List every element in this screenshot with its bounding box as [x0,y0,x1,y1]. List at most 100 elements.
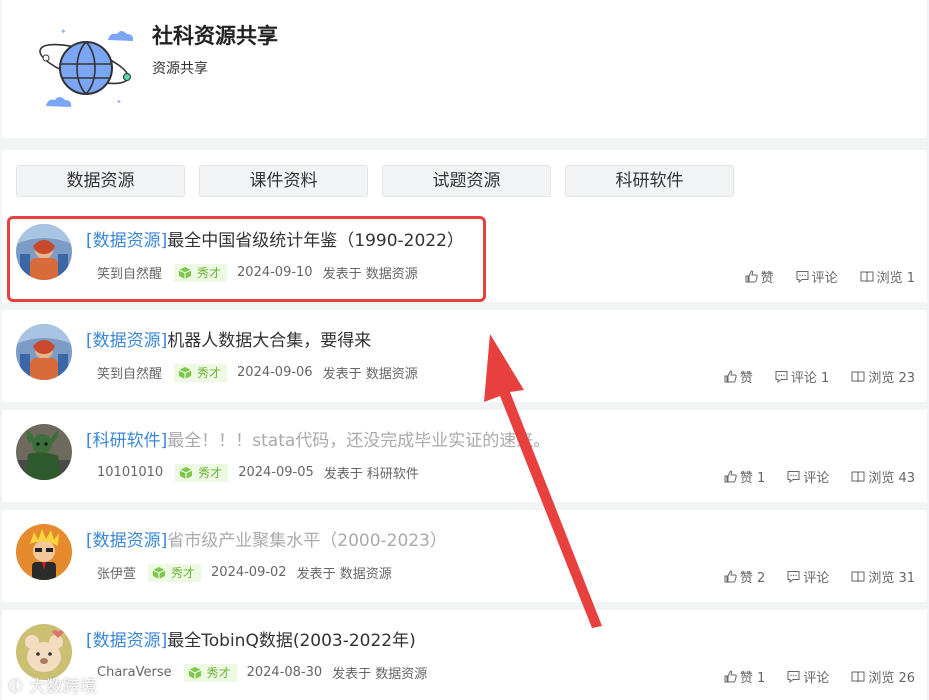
post-title[interactable]: [数据资源]省市级产业聚集水平（2000-2023） [86,526,447,551]
post-stats: 赞 2 评论 浏览 31 [724,567,915,586]
like-button[interactable]: 赞 [724,367,753,386]
like-button[interactable]: 赞 1 [724,467,765,486]
post-date: 2024-09-05 [238,465,314,480]
thumbs-up-icon [724,670,737,683]
post-title[interactable]: [数据资源]最全中国省级统计年鉴（1990-2022） [86,226,464,251]
post-title-text[interactable]: 机器人数据大合集，要得来 [167,331,371,351]
post-category[interactable]: [数据资源] [86,231,167,251]
view-label: 浏览 43 [868,471,915,486]
post-title-text[interactable]: 最全TobinQ数据(2003-2022年) [167,631,416,651]
post-date: 2024-09-10 [237,265,313,280]
view-count: 浏览 31 [851,567,915,586]
post-source[interactable]: 发表于 科研软件 [324,463,419,482]
view-label: 浏览 1 [876,271,915,286]
post-title-text[interactable]: 最全中国省级统计年鉴（1990-2022） [167,231,464,251]
comment-icon [787,571,800,583]
comment-button[interactable]: 评论 [787,467,829,486]
thumbs-up-icon [724,370,737,383]
rank-badge: 秀才 [174,363,228,382]
post-title-text[interactable]: 最全！！！stata代码，还没完成毕业实证的速来。 [167,431,550,451]
svg-text:✦: ✦ [60,27,67,36]
post-category[interactable]: [数据资源] [86,631,167,651]
like-label: 赞 [739,371,753,386]
comment-icon [787,671,800,683]
post-date: 2024-08-30 [246,665,323,680]
rank-badge-label: 秀才 [206,666,231,680]
post-meta: 笑到自然醒 秀才 2024-09-06 发表于 数据资源 [97,363,418,382]
avatar[interactable] [16,324,72,380]
post-author[interactable]: 张伊萱 [97,563,136,582]
post-author[interactable]: CharaVerse [97,665,172,680]
post-item[interactable]: [数据资源]最全中国省级统计年鉴（1990-2022） 笑到自然醒 秀才 202… [2,210,927,302]
comment-label: 评论 [803,471,830,486]
rank-badge: 秀才 [175,463,229,482]
post-source[interactable]: 发表于 数据资源 [323,363,418,382]
svg-text:✦: ✦ [116,98,122,106]
comment-button[interactable]: 评论 [787,667,829,686]
rank-badge: 秀才 [148,563,202,582]
comment-icon [787,471,800,483]
view-label: 浏览 23 [868,371,915,386]
like-button[interactable]: 赞 1 [724,667,765,686]
view-count: 浏览 1 [860,267,915,286]
post-author[interactable]: 笑到自然醒 [97,263,162,282]
watermark-logo-icon: ◐ [8,674,23,695]
post-item[interactable]: [数据资源]最全TobinQ数据(2003-2022年) CharaVerse … [2,610,927,700]
thumbs-up-icon [745,270,758,283]
post-meta: 张伊萱 秀才 2024-09-02 发表于 数据资源 [97,563,392,582]
watermark-text: 大数跨境 [28,677,97,697]
divider [2,502,927,510]
rank-badge: 秀才 [183,663,237,682]
tab-courseware[interactable]: 课件资料 [199,165,368,197]
divider [2,602,927,610]
post-category[interactable]: [数据资源] [86,331,167,351]
globe-logo-icon: ✦ ✦ [39,27,134,107]
comment-button[interactable]: 评论 [787,567,829,586]
comment-button[interactable]: 评论 1 [775,367,829,386]
avatar[interactable] [16,424,72,480]
view-label: 浏览 31 [868,571,915,586]
comment-button[interactable]: 评论 [796,267,838,286]
view-count: 浏览 23 [851,367,915,386]
view-count: 浏览 43 [851,467,915,486]
like-button[interactable]: 赞 [745,267,774,286]
post-category[interactable]: [科研软件] [86,431,167,451]
post-category[interactable]: [数据资源] [86,531,167,551]
group-header: ✦ ✦ 社科资源共享 资源共享 [2,0,927,138]
tab-research-software[interactable]: 科研软件 [565,165,734,197]
post-author[interactable]: 10101010 [97,465,163,480]
post-title[interactable]: [科研软件]最全！！！stata代码，还没完成毕业实证的速来。 [86,426,550,451]
watermark: ◐ 大数跨境 [8,672,97,698]
like-button[interactable]: 赞 2 [724,567,765,586]
tab-data-resources[interactable]: 数据资源 [16,165,185,197]
rank-badge-label: 秀才 [197,266,222,280]
rank-badge: 秀才 [174,263,228,282]
post-author[interactable]: 笑到自然醒 [97,363,162,382]
post-title[interactable]: [数据资源]机器人数据大合集，要得来 [86,326,371,351]
view-label: 浏览 26 [868,671,915,686]
post-date: 2024-09-02 [211,565,287,580]
book-icon [851,471,865,483]
cube-icon [188,666,201,679]
tab-exam-resources[interactable]: 试题资源 [382,165,551,197]
group-subtitle: 资源共享 [152,61,208,77]
avatar[interactable] [16,524,72,580]
post-date: 2024-09-06 [237,365,313,380]
post-title-text[interactable]: 省市级产业聚集水平（2000-2023） [167,531,447,551]
post-item[interactable]: [数据资源]省市级产业聚集水平（2000-2023） 张伊萱 秀才 2024-0… [2,510,927,602]
comment-label: 评论 [803,571,830,586]
post-title[interactable]: [数据资源]最全TobinQ数据(2003-2022年) [86,626,416,651]
post-source[interactable]: 发表于 数据资源 [323,263,418,282]
post-source[interactable]: 发表于 数据资源 [297,563,392,582]
divider [2,402,927,410]
book-icon [851,671,865,683]
like-label: 赞 1 [739,471,766,486]
view-count: 浏览 26 [851,667,915,686]
post-source[interactable]: 发表于 数据资源 [332,663,427,682]
post-item[interactable]: [数据资源]机器人数据大合集，要得来 笑到自然醒 秀才 2024-09-06 发… [2,310,927,402]
post-stats: 赞 评论 1 浏览 23 [724,367,915,386]
thumbs-up-icon [724,470,737,483]
avatar[interactable] [16,224,72,280]
post-meta: CharaVerse 秀才 2024-08-30 发表于 数据资源 [97,663,427,682]
post-item[interactable]: [科研软件]最全！！！stata代码，还没完成毕业实证的速来。 10101010… [2,410,927,502]
